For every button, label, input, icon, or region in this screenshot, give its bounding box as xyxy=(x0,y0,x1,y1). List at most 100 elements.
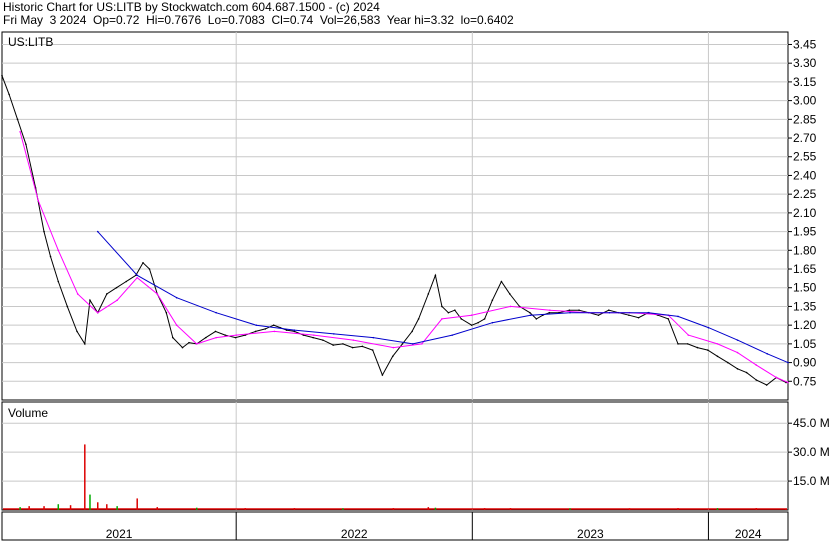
moving-average-short-point xyxy=(195,343,198,345)
price-point xyxy=(568,309,571,311)
price-point xyxy=(148,268,151,270)
moving-average-short-point xyxy=(76,293,79,295)
price-point xyxy=(427,293,430,295)
moving-average-short-point xyxy=(441,318,443,320)
moving-average-long-point xyxy=(451,334,454,336)
price-point xyxy=(115,286,118,289)
volume-tick-label: 30.0 M xyxy=(793,445,830,459)
moving-average-short-point xyxy=(716,343,719,345)
price-tick-label: 1.50 xyxy=(793,281,817,295)
price-point xyxy=(361,345,364,348)
volume-bar xyxy=(677,508,679,510)
moving-average-short-point xyxy=(313,334,315,336)
price-point xyxy=(483,318,486,320)
moving-average-long-point xyxy=(333,333,335,335)
moving-average-short-point xyxy=(273,330,276,333)
price-point xyxy=(745,371,748,374)
price-tick-label: 1.35 xyxy=(793,299,817,313)
price-point xyxy=(548,311,551,314)
moving-average-short-line xyxy=(19,131,789,383)
moving-average-long-point xyxy=(411,343,414,345)
price-point xyxy=(76,330,78,333)
moving-average-long-point xyxy=(736,339,739,341)
price-point xyxy=(49,255,52,258)
volume-label: Volume xyxy=(8,406,48,420)
price-point xyxy=(509,293,511,295)
moving-average-short-point xyxy=(470,314,473,316)
volume-bar xyxy=(244,508,246,510)
price-point xyxy=(677,343,679,345)
moving-average-short-point xyxy=(215,336,217,339)
price-point xyxy=(755,379,758,381)
price-point xyxy=(342,343,344,345)
moving-average-short-point xyxy=(787,381,789,384)
price-point xyxy=(272,324,275,326)
price-point xyxy=(441,305,443,308)
price-tick-label: 1.95 xyxy=(793,225,817,239)
moving-average-long-point xyxy=(707,326,710,329)
volume-tick-label: 45.0 M xyxy=(793,416,830,430)
price-tick-label: 1.20 xyxy=(793,318,817,332)
moving-average-long-point xyxy=(96,230,99,233)
price-point xyxy=(706,349,709,351)
price-point xyxy=(171,336,174,339)
moving-average-long-point xyxy=(175,296,178,299)
moving-average-long-point xyxy=(215,311,217,314)
volume-bar xyxy=(434,507,437,510)
price-point xyxy=(106,293,108,295)
price-point xyxy=(181,346,184,349)
price-point xyxy=(57,280,60,283)
price-point xyxy=(578,309,580,311)
volume-bar xyxy=(293,508,296,510)
price-tick-label: 1.65 xyxy=(793,262,817,276)
price-point xyxy=(401,343,404,345)
price-point xyxy=(322,339,324,341)
price-tick-label: 2.40 xyxy=(793,168,817,182)
price-point xyxy=(188,341,190,344)
volume-bar xyxy=(69,505,72,510)
moving-average-short-point xyxy=(736,351,739,354)
price-point xyxy=(8,93,10,96)
price-tick-label: 2.85 xyxy=(793,112,817,126)
moving-average-long-point xyxy=(569,311,571,314)
moving-average-long-point xyxy=(648,311,650,314)
volume-bar xyxy=(427,507,430,510)
volume-bar xyxy=(116,506,118,510)
moving-average-short-point xyxy=(392,346,395,349)
price-point xyxy=(470,324,473,326)
price-point xyxy=(351,346,354,349)
price-point xyxy=(411,330,413,333)
price-point xyxy=(43,230,45,233)
volume-bar xyxy=(569,508,571,510)
moving-average-short-point xyxy=(509,305,512,308)
moving-average-long-point xyxy=(491,321,494,324)
price-point xyxy=(608,309,610,311)
price-panel-frame xyxy=(1,31,789,401)
price-tick-label: 3.15 xyxy=(793,75,817,89)
series-label: US:LITB xyxy=(8,35,53,49)
volume-bar xyxy=(89,494,91,510)
volume-bar xyxy=(57,504,60,510)
price-point xyxy=(224,334,226,336)
price-point xyxy=(234,336,237,339)
volume-bar xyxy=(96,502,99,510)
price-point xyxy=(16,118,19,121)
year-label: 2024 xyxy=(735,527,762,541)
year-label: 2023 xyxy=(577,527,604,541)
volume-bar xyxy=(483,508,486,510)
price-point xyxy=(686,343,689,345)
volume-bar xyxy=(156,507,159,510)
volume-bar xyxy=(84,444,86,510)
year-label: 2022 xyxy=(341,527,368,541)
price-point xyxy=(500,280,503,283)
price-tick-label: 2.10 xyxy=(793,206,817,220)
volume-bar xyxy=(342,508,344,510)
price-point xyxy=(142,261,144,264)
moving-average-long-point xyxy=(677,315,679,318)
moving-average-short-point xyxy=(352,339,355,341)
year-label: 2021 xyxy=(106,527,133,541)
price-point xyxy=(125,280,128,283)
moving-average-short-point xyxy=(775,376,778,379)
price-point xyxy=(312,336,314,339)
price-tick-label: 3.00 xyxy=(793,94,817,108)
